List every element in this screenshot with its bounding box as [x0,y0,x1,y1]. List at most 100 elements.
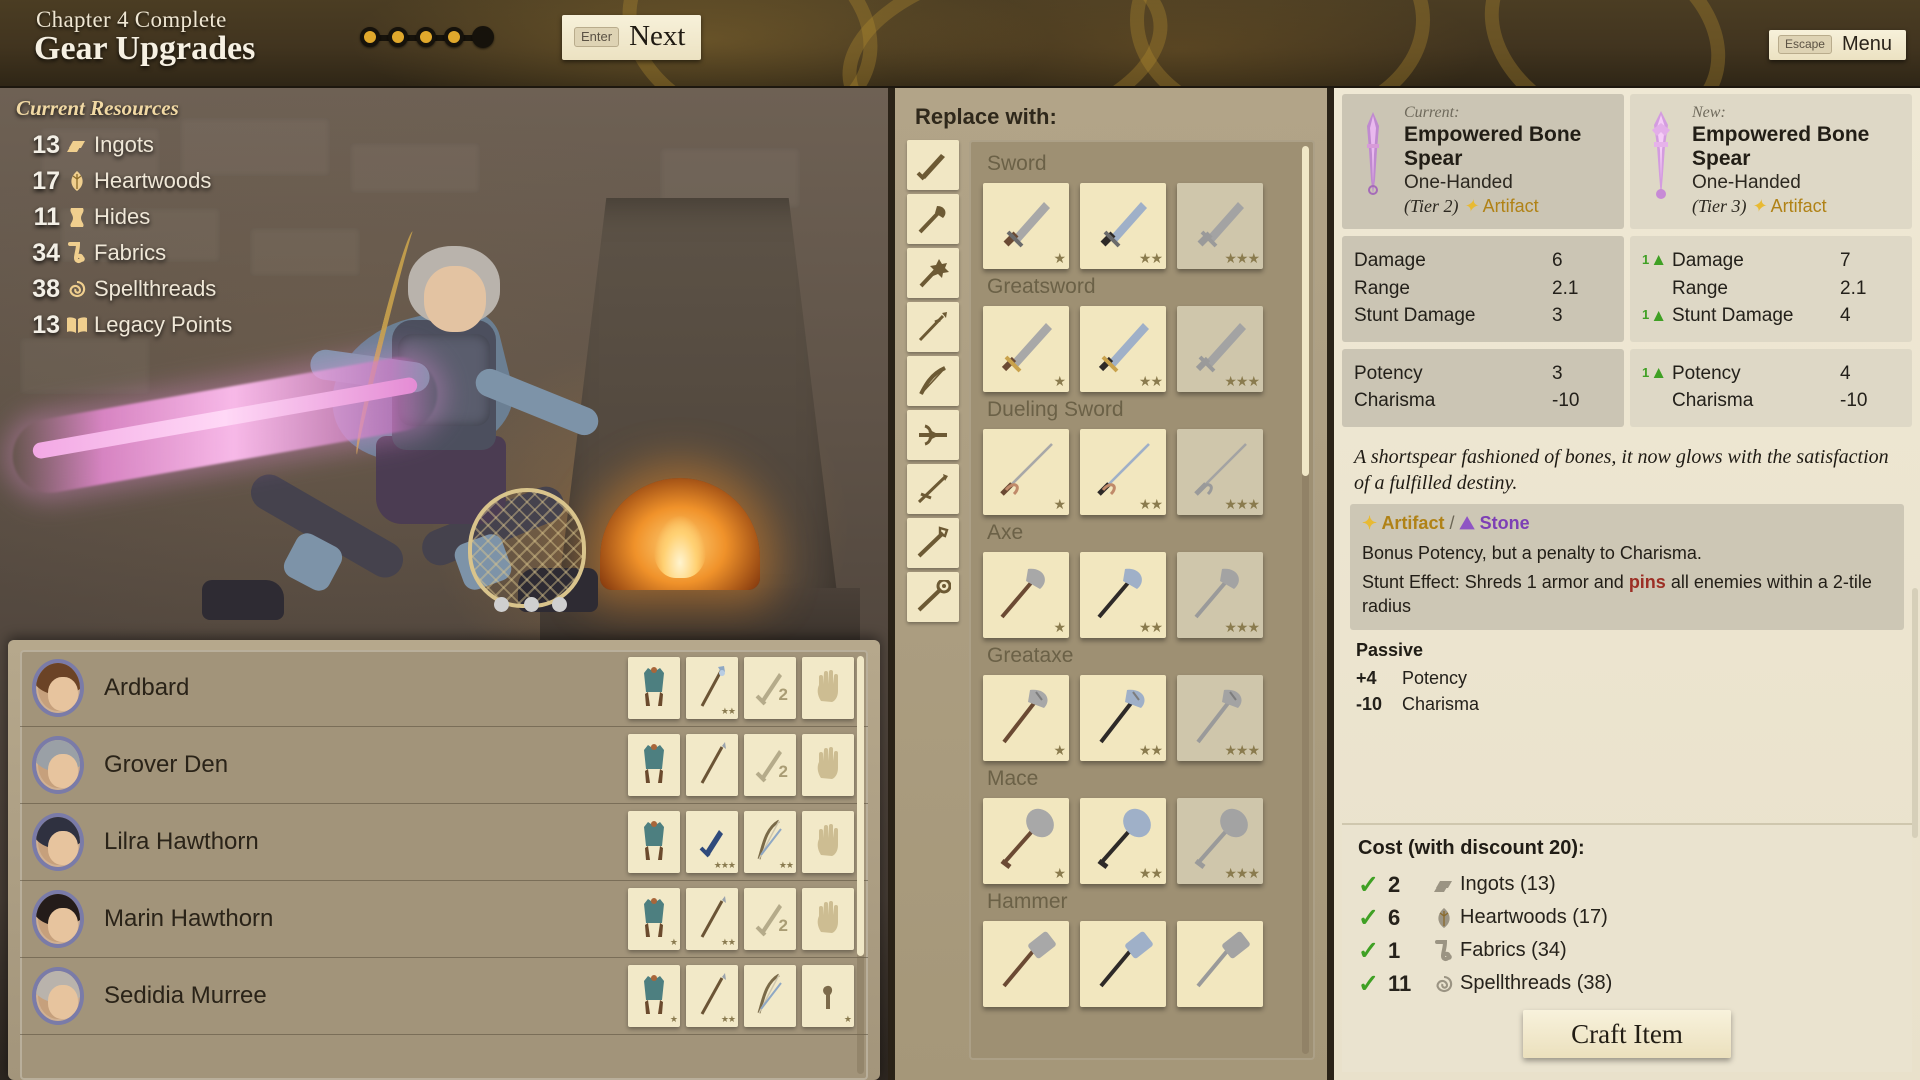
weapon-group-label: Axe [987,521,1024,544]
cost-amount: 1 [1388,937,1401,963]
equipment-slot[interactable] [802,888,854,950]
weapon-tile[interactable]: ★ [983,552,1069,638]
equipment-slot[interactable]: ★★ [686,657,738,719]
progress-dot-filled [360,27,380,47]
sword-filter-icon[interactable] [907,140,959,190]
passive-amount: +4 [1356,667,1377,688]
weapon-tile[interactable]: ★★★ [1177,183,1263,269]
craft-cost-panel: Cost (with discount 20): ✓ 2 Ingots (13) ✓ 6… [1342,823,1912,1072]
party-member-name: Ardbard [104,674,190,701]
resource-amount: 17 [32,166,60,195]
axe-filter-icon[interactable] [907,194,959,244]
weapon-tile[interactable]: ★★★ [1177,798,1263,884]
party-member-row[interactable]: Grover Den 2 [20,727,868,804]
spiral-icon [1428,974,1460,994]
resource-name: Legacy Points [94,312,233,337]
weapon-tile[interactable]: ★ [983,675,1069,761]
weapon-tile[interactable]: ★ [983,429,1069,515]
equipment-slot[interactable]: 2 [744,657,796,719]
equipment-slots: 2 [628,734,854,796]
progress-dot-filled [444,27,464,47]
equipment-slot[interactable]: ★★★ [686,811,738,873]
javelin-filter-icon[interactable] [907,464,959,514]
staff-filter-icon[interactable] [907,518,959,568]
equipment-slot[interactable]: ★★ [686,965,738,1027]
artifact-star-icon: ✦ [1751,196,1767,217]
armor-icon [637,664,671,713]
misc-icon [813,975,843,1018]
weapon-tile[interactable]: ★★ [1080,798,1166,884]
slot-star-rating: ★ [669,1014,678,1024]
party-member-row[interactable]: Ardbard ★★ 2 [20,650,868,727]
party-member-row[interactable]: Lilra Hawthorn ★★★ ★★ [20,804,868,881]
weapon-grid-scrollbar[interactable] [1302,146,1309,1054]
weapon-grid-scrollbar-thumb[interactable] [1302,146,1309,476]
page-title: Gear Upgrades [34,30,256,67]
party-scrollbar-thumb[interactable] [857,656,864,956]
equipment-slot[interactable]: ★ [628,965,680,1027]
bow-filter-icon[interactable] [907,356,959,406]
weapon-tile[interactable]: ★★ [1080,675,1166,761]
weapon-tile[interactable] [1080,921,1166,1007]
current-attribute-stats: Potency 3 Charisma -10 [1342,348,1624,427]
weapon-star-rating: ★★★ [1224,250,1260,266]
stat-name: Charisma [1354,390,1436,412]
weapon-tile[interactable]: ★★ [1080,183,1166,269]
resource-row: 13 Ingots [16,127,232,163]
equipment-slot[interactable] [744,965,796,1027]
weapon-tile[interactable]: ★★ [1080,306,1166,392]
spear-filter-icon[interactable] [907,302,959,352]
weapon-tile[interactable]: ★★★ [1177,552,1263,638]
resource-name: Spellthreads [94,276,217,301]
weapon-tile[interactable]: ★★ [1080,429,1166,515]
equipment-slot[interactable]: 2 [744,734,796,796]
party-member-row[interactable]: Marin Hawthorn ★ ★★ 2 [20,881,868,958]
stat-name: Damage [1672,250,1744,272]
weapon-star-rating: ★★ [1138,373,1163,389]
weapon-tile[interactable]: ★★★ [1177,306,1263,392]
equipment-slot[interactable]: 2 [744,888,796,950]
equipment-slot[interactable] [628,657,680,719]
weapon-tile[interactable]: ★★★ [1177,429,1263,515]
party-list[interactable]: Ardbard ★★ 2 Grover Den 2 Lilra Hawthorn ★★★ ★★… [20,650,868,1080]
craft-item-button[interactable]: Craft Item [1523,1010,1731,1058]
current-item-thumbnail [1352,104,1394,217]
stat-line: 1 ▲ Damage 7 [1642,247,1898,275]
wand-filter-icon[interactable] [907,572,959,622]
detail-scrollbar[interactable] [1912,588,1918,838]
equipment-slot[interactable]: ★★ [686,888,738,950]
weapon-tile[interactable]: ★★ [1080,552,1166,638]
equipment-slot[interactable]: ★★ [744,811,796,873]
crossbow-filter-icon[interactable] [907,410,959,460]
mace-filter-icon[interactable] [907,248,959,298]
weapon-tile[interactable]: ★ [983,306,1069,392]
stat-delta-value: 1 [1642,252,1650,268]
slot-star-rating: ★★ [720,937,736,947]
stunt-prefix: Stunt Effect: Shreds 1 armor and [1362,572,1629,593]
slot-star-rating: ★★ [720,706,736,716]
weapon-tile[interactable]: ★ [983,183,1069,269]
equipment-slot[interactable] [802,734,854,796]
equipment-slot[interactable]: ★ [802,965,854,1027]
equipment-slots: ★★★ ★★ [628,811,854,873]
equipment-slot[interactable] [802,657,854,719]
weapon-tile[interactable]: ★ [983,798,1069,884]
weapon-grid[interactable]: Sword ★ ★★ ★★★ Greatsword ★ ★★ ★★★ Dueling Sword… [969,140,1315,1060]
weapon-tile[interactable] [983,921,1069,1007]
equipment-slot[interactable] [802,811,854,873]
weapon-tile[interactable] [1177,921,1263,1007]
menu-button[interactable]: Escape Menu [1768,30,1906,60]
equipment-slot[interactable] [628,734,680,796]
party-member-row[interactable]: Sedidia Murree ★ ★★ ★ [20,958,868,1035]
equipment-slot[interactable] [628,811,680,873]
equipment-slot[interactable]: ★ [628,888,680,950]
passive-amount: -10 [1356,693,1383,714]
artifact-star-icon: ✦ [1463,196,1479,217]
equipment-slot[interactable] [686,734,738,796]
stat-value: 4 [1840,305,1851,327]
party-member-name: Marin Hawthorn [104,905,274,932]
cost-row: ✓ 2 Ingots (13) [1358,868,1896,901]
weapon-tile[interactable]: ★★★ [1177,675,1263,761]
next-button[interactable]: Enter Next [562,15,702,60]
party-scrollbar[interactable] [857,656,864,1074]
